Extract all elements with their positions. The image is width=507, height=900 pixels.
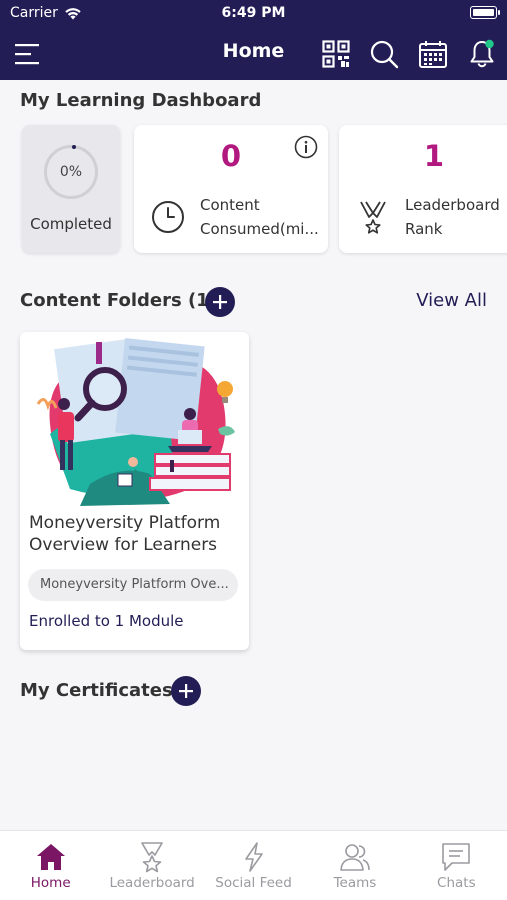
content-consumed-label: Content Consumed(mi...	[200, 196, 319, 238]
battery-icon	[470, 6, 500, 19]
menu-icon	[15, 44, 39, 65]
main-content[interactable]: My Learning Dashboard 0% Completed 0 Con	[0, 80, 507, 830]
medal-icon	[360, 201, 386, 234]
tab-label: Chats	[437, 875, 476, 891]
notification-bell-icon	[470, 39, 494, 68]
leaderboard-rank-label: Leaderboard Rank	[405, 196, 500, 238]
leaderboard-rank-card[interactable]: 1 Leaderboard Rank	[339, 125, 507, 253]
top-bar: Carrier 6:49 PM Home	[0, 0, 507, 80]
completed-value: 0%	[59, 164, 83, 180]
tab-label: Home	[30, 875, 71, 891]
calendar-icon	[419, 41, 447, 68]
search-icon	[370, 40, 399, 69]
tab-label: Teams	[333, 875, 377, 891]
search-button[interactable]	[366, 36, 402, 72]
teams-icon	[340, 844, 370, 871]
plus-icon	[179, 684, 193, 698]
tab-teams[interactable]: Teams	[304, 831, 405, 900]
tab-bar: Home Leaderboard Social Feed Teams Chats	[0, 830, 507, 900]
leaderboard-rank-value: 1	[423, 139, 445, 173]
navbar: Home	[0, 28, 507, 80]
home-icon	[36, 844, 65, 870]
leaderboard-icon	[141, 842, 163, 873]
plus-icon	[213, 295, 227, 309]
folder-title[interactable]: Moneyversity Platform Overview for Learn…	[29, 512, 244, 556]
social-feed-icon	[244, 842, 263, 872]
dashboard-title: My Learning Dashboard	[20, 90, 262, 111]
qr-code-button[interactable]	[318, 36, 354, 72]
progress-ring: 0%	[44, 145, 98, 199]
tab-label: Social Feed	[215, 875, 292, 891]
calendar-button[interactable]	[415, 36, 451, 72]
status-bar: Carrier 6:49 PM	[0, 0, 507, 28]
tab-chats[interactable]: Chats	[406, 831, 507, 900]
content-folders-title: Content Folders (1)	[20, 290, 217, 311]
tab-leaderboard[interactable]: Leaderboard	[101, 831, 202, 900]
folder-chip: Moneyversity Platform Ove...	[28, 569, 238, 601]
chats-icon	[442, 843, 471, 871]
enrolled-text: Enrolled to 1 Module	[29, 612, 184, 630]
menu-button[interactable]	[10, 36, 46, 72]
qr-code-icon	[322, 40, 350, 68]
content-consumed-value: 0	[220, 139, 242, 173]
tab-social-feed[interactable]: Social Feed	[203, 831, 304, 900]
tab-home[interactable]: Home	[0, 831, 101, 900]
completed-label: Completed	[30, 215, 112, 233]
notifications-button[interactable]	[464, 36, 500, 72]
content-consumed-card[interactable]: 0 Content Consumed(mi...	[134, 125, 328, 253]
tab-label: Leaderboard	[109, 875, 195, 891]
add-folder-button[interactable]	[205, 287, 235, 317]
folder-illustration	[36, 338, 235, 506]
completed-card[interactable]: 0% Completed	[22, 125, 120, 253]
view-all-link[interactable]: View All	[416, 290, 487, 311]
add-certificate-button[interactable]	[171, 676, 201, 706]
clock-icon	[152, 201, 184, 233]
dashboard-cards[interactable]: 0% Completed 0 Content Consumed(mi... 1	[22, 125, 507, 255]
status-time: 6:49 PM	[221, 5, 286, 21]
folder-card[interactable]: Moneyversity Platform Overview for Learn…	[20, 332, 249, 650]
certificates-title: My Certificates	[20, 680, 173, 701]
